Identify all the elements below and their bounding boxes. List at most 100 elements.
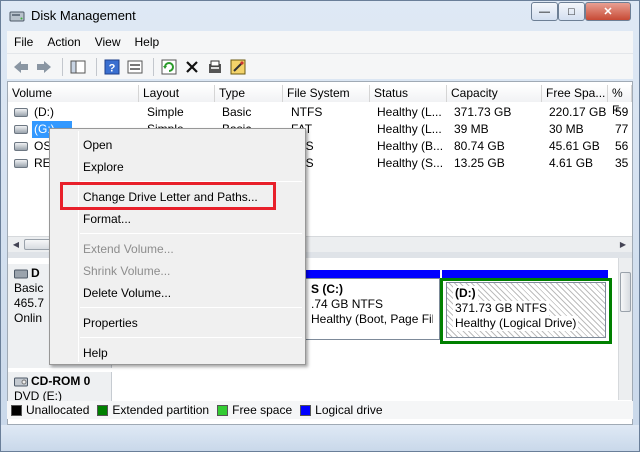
legend-swatch — [300, 404, 312, 416]
hard-disk-icon — [14, 269, 28, 278]
legend-label: Extended partition — [112, 403, 210, 417]
disk-properties-icon[interactable] — [205, 57, 225, 77]
cell-type: Basic — [222, 105, 252, 119]
column-header-free-space[interactable]: Free Spa... — [542, 85, 608, 102]
menu-item-extend-volume: Extend Volume... — [83, 242, 174, 256]
partition-c[interactable]: S (C:) .74 GB NTFS Healthy (Boot, Page F… — [304, 278, 440, 340]
close-icon: ✕ — [603, 6, 613, 18]
back-arrow-icon[interactable] — [11, 57, 31, 77]
refresh-icon[interactable] — [159, 57, 179, 77]
column-header-status[interactable]: Status — [370, 85, 447, 102]
column-header-volume[interactable]: Volume — [8, 85, 139, 102]
menu-separator — [80, 233, 302, 234]
menu-item-delete-volume[interactable]: Delete Volume... — [83, 283, 171, 303]
partition-d-size: 371.73 GB NTFS — [453, 301, 550, 316]
vertical-scrollbar[interactable] — [618, 258, 632, 400]
partition-c-size: .74 GB NTFS — [311, 297, 384, 311]
cell-volume: (D:) — [34, 105, 54, 119]
context-menu: Open Explore Change Drive Letter and Pat… — [49, 128, 306, 365]
menu-separator — [80, 307, 302, 308]
disk-0-name: D — [31, 266, 40, 280]
partition-c-name: S (C:) — [311, 282, 343, 296]
menu-item-shrink-volume: Shrink Volume... — [83, 264, 171, 278]
cell-capacity: 371.73 GB — [454, 105, 512, 119]
cell-capacity: 13.25 GB — [454, 156, 505, 170]
legend-item-free-space: Free space — [217, 403, 292, 417]
menu-item-open[interactable]: Open — [83, 135, 112, 155]
cell-capacity: 80.74 GB — [454, 139, 505, 153]
drive-icon — [14, 108, 28, 117]
legend-item-extended: Extended partition — [97, 403, 209, 417]
partition-d[interactable]: (D:) 371.73 GB NTFS Healthy (Logical Dri… — [446, 282, 606, 338]
minimize-icon: — — [539, 5, 550, 18]
disk-management-window: Disk Management — □ ✕ File Action View H… — [0, 0, 640, 452]
forward-arrow-icon[interactable] — [34, 57, 54, 77]
toolbar-separator — [96, 57, 97, 76]
cell-status: Healthy (L... — [377, 105, 442, 119]
annotation-highlight-box — [60, 182, 276, 210]
properties-icon[interactable] — [125, 57, 145, 77]
toolbar-separator — [62, 57, 63, 76]
svg-text:?: ? — [109, 62, 116, 74]
column-header-capacity[interactable]: Capacity — [447, 85, 542, 102]
menu-separator — [80, 337, 302, 338]
cd-drive-icon — [14, 377, 28, 386]
cell-free-space: 220.17 GB — [549, 105, 607, 119]
legend-swatch — [11, 404, 22, 416]
minimize-button[interactable]: — — [531, 2, 558, 21]
cell-free-space: 30 MB — [549, 122, 584, 136]
column-header-percent-free[interactable]: % F — [608, 85, 632, 117]
cdrom-0-name: CD-ROM 0 — [31, 374, 91, 388]
menu-gutter — [78, 131, 79, 362]
title-bar[interactable]: Disk Management — □ ✕ — [1, 1, 639, 31]
cell-free-space: 45.61 GB — [549, 139, 600, 153]
menu-item-format[interactable]: Format... — [83, 209, 131, 229]
cell-capacity: 39 MB — [454, 122, 489, 136]
partition-c-status: Healthy (Boot, Page File, C — [311, 312, 433, 326]
legend-item-unallocated: Unallocated — [11, 403, 89, 417]
legend: Unallocated Extended partition Free spac… — [7, 401, 633, 419]
partition-d-status: Healthy (Logical Drive) — [453, 316, 579, 331]
column-header-file-system[interactable]: File System — [283, 85, 370, 102]
scrollbar-thumb[interactable] — [620, 272, 631, 312]
drive-icon — [14, 125, 28, 134]
scroll-left-icon[interactable]: ◀ — [9, 239, 23, 251]
menu-file[interactable]: File — [7, 35, 40, 49]
cell-free-space: 4.61 GB — [549, 156, 594, 170]
partition-d-name: (D:) — [453, 286, 478, 301]
close-button[interactable]: ✕ — [585, 2, 631, 21]
help-icon[interactable]: ? — [102, 57, 122, 77]
table-row[interactable]: (D:) Simple Basic NTFS Healthy (L... 371… — [8, 104, 632, 121]
cell-layout: Simple — [147, 105, 184, 119]
wizard-icon[interactable] — [228, 57, 248, 77]
cell-status: Healthy (B... — [377, 139, 444, 153]
cell-percent-free: 59 — [615, 105, 629, 119]
primary-partition-bar — [304, 270, 440, 278]
menu-item-help[interactable]: Help — [83, 343, 108, 363]
toolbar-separator — [153, 57, 154, 76]
menu-item-properties[interactable]: Properties — [83, 313, 138, 333]
menu-help[interactable]: Help — [128, 35, 167, 49]
menu-bar: File Action View Help — [7, 31, 633, 53]
console-tree-icon[interactable] — [68, 57, 88, 77]
menu-action[interactable]: Action — [40, 35, 87, 49]
toolbar: ? — [7, 53, 633, 79]
legend-swatch — [97, 404, 109, 416]
status-bar — [1, 425, 639, 451]
cell-status: Healthy (S... — [377, 156, 444, 170]
logical-drive-bar — [442, 270, 608, 278]
cdrom-0-label[interactable]: CD-ROM 0 DVD (E:) — [8, 372, 112, 403]
column-header-type[interactable]: Type — [215, 85, 283, 102]
cell-percent-free: 77 — [615, 122, 629, 136]
legend-label: Free space — [232, 403, 293, 417]
cell-percent-free: 56 — [615, 139, 629, 153]
delete-icon[interactable] — [182, 57, 202, 77]
disk-management-icon — [9, 11, 25, 22]
menu-item-explore[interactable]: Explore — [83, 157, 124, 177]
maximize-button[interactable]: □ — [558, 2, 585, 21]
scroll-right-icon[interactable]: ▶ — [616, 239, 630, 251]
cell-percent-free: 35 — [615, 156, 629, 170]
cell-status: Healthy (L... — [377, 122, 442, 136]
menu-view[interactable]: View — [88, 35, 128, 49]
column-header-layout[interactable]: Layout — [139, 85, 215, 102]
